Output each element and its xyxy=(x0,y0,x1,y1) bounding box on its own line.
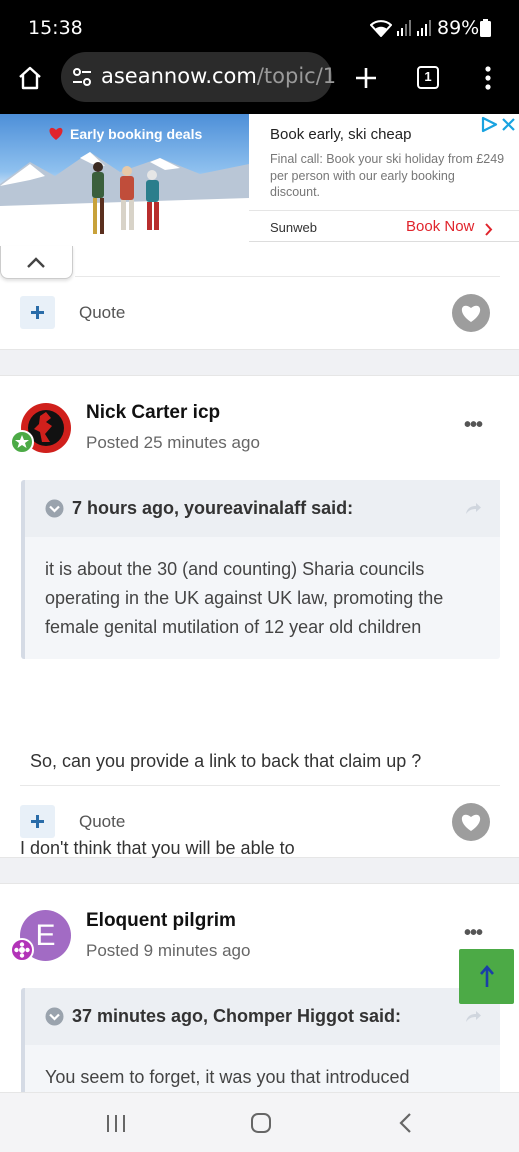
chevron-down-icon[interactable] xyxy=(45,1007,64,1026)
share-icon[interactable] xyxy=(465,502,482,515)
quote-button[interactable]: Quote xyxy=(79,812,125,832)
url-text: aseannow.com/topic/1 xyxy=(101,64,336,88)
adchoices-icon[interactable] xyxy=(481,116,499,133)
ad-headline[interactable]: Book early, ski cheap xyxy=(270,126,411,143)
divider xyxy=(20,785,500,786)
clock: 15:38 xyxy=(28,17,83,39)
new-tab-icon[interactable] xyxy=(354,66,378,90)
multiquote-button[interactable] xyxy=(20,805,55,838)
quote-header[interactable]: 37 minutes ago, Chomper Higgot said: xyxy=(25,988,500,1045)
quote-line: You seem to forget, it was you that intr… xyxy=(45,1067,410,1087)
post-options-button[interactable]: ••• xyxy=(464,922,483,945)
chevron-down-icon[interactable] xyxy=(45,499,64,518)
rank-badge-icon xyxy=(10,430,34,454)
url-path: /topic/1 xyxy=(256,64,337,88)
author-name[interactable]: Nick Carter icp xyxy=(86,402,220,424)
heart-icon xyxy=(461,305,481,322)
ad-divider xyxy=(249,210,519,211)
close-icon[interactable] xyxy=(502,118,515,131)
heart-icon xyxy=(461,814,481,831)
wifi-icon xyxy=(370,20,392,37)
ad-promo-text: Early booking deals xyxy=(70,126,203,142)
collapse-ad-button[interactable] xyxy=(0,246,73,279)
quote-text: it is about the 30 (and counting) Sharia… xyxy=(45,555,443,642)
ad-cta-button[interactable]: Book Now xyxy=(406,218,474,235)
battery-icon xyxy=(480,19,491,37)
quote-block: 37 minutes ago, Chomper Higgot said: You… xyxy=(21,988,500,1098)
system-navigation-bar xyxy=(0,1092,519,1152)
post-card: Nick Carter icp Posted 25 minutes ago ••… xyxy=(0,375,519,858)
ad-body: Final call: Book your ski holiday from £… xyxy=(270,152,505,199)
chevron-right-icon xyxy=(485,223,493,236)
back-icon[interactable] xyxy=(398,1112,412,1134)
rank-badge-icon xyxy=(10,938,34,962)
ad-advertiser: Sunweb xyxy=(270,220,317,235)
post-card: E Eloquent pilgrim Posted 9 minutes ago … xyxy=(0,883,519,1098)
address-bar[interactable]: aseannow.com/topic/1 xyxy=(61,52,336,102)
avatar-letter: E xyxy=(35,919,56,952)
ad-banner[interactable]: Early booking deals Book early, ski chea… xyxy=(0,114,519,242)
tune-icon[interactable] xyxy=(72,68,92,86)
overflow-menu-icon[interactable] xyxy=(484,66,492,90)
author-name[interactable]: Eloquent pilgrim xyxy=(86,910,236,932)
battery-level: 89% xyxy=(437,17,480,39)
post-footer-card: Quote xyxy=(0,242,519,350)
post-timestamp[interactable]: Posted 25 minutes ago xyxy=(86,433,260,453)
divider xyxy=(75,276,500,277)
post-timestamp[interactable]: Posted 9 minutes ago xyxy=(86,941,250,961)
ad-image[interactable]: Early booking deals xyxy=(0,114,249,242)
share-icon[interactable] xyxy=(465,1010,482,1023)
plus-icon xyxy=(31,815,44,828)
heart-icon xyxy=(49,127,63,140)
quote-attribution: 37 minutes ago, Chomper Higgot said: xyxy=(72,1006,402,1026)
quote-text: You seem to forget, it was you that intr… xyxy=(45,1063,410,1092)
quote-attribution: 7 hours ago, youreavinalaff said: xyxy=(72,498,354,518)
home-icon[interactable] xyxy=(17,66,43,90)
post-line: So, can you provide a link to back that … xyxy=(20,751,422,771)
tab-switcher-icon[interactable]: 1 xyxy=(417,66,439,89)
quote-button[interactable]: Quote xyxy=(79,303,125,323)
quote-block: 7 hours ago, youreavinalaff said: it is … xyxy=(21,480,500,659)
multiquote-button[interactable] xyxy=(20,296,55,329)
status-bar: 15:38 89% xyxy=(0,0,519,56)
signal-icon xyxy=(397,20,411,36)
quote-line: operating in the UK against UK law, prom… xyxy=(45,588,444,608)
quote-line: it is about the 30 (and counting) Sharia… xyxy=(45,559,425,579)
signal-icon-2 xyxy=(417,20,431,36)
quote-header[interactable]: 7 hours ago, youreavinalaff said: xyxy=(25,480,500,537)
quote-line: female genital mutilation of 12 year old… xyxy=(45,617,422,637)
plus-icon xyxy=(31,306,44,319)
reaction-button[interactable] xyxy=(452,294,490,332)
reaction-button[interactable] xyxy=(452,803,490,841)
scroll-to-top-button[interactable] xyxy=(459,949,514,1004)
recents-icon[interactable] xyxy=(106,1114,126,1133)
tab-count: 1 xyxy=(424,69,432,84)
post-line: I don't think that you will be able to xyxy=(20,838,295,858)
chevron-up-icon xyxy=(27,257,45,268)
home-nav-icon[interactable] xyxy=(250,1112,272,1134)
post-options-button[interactable]: ••• xyxy=(464,414,483,437)
arrow-up-icon xyxy=(480,965,494,987)
url-host: aseannow.com xyxy=(101,64,257,88)
